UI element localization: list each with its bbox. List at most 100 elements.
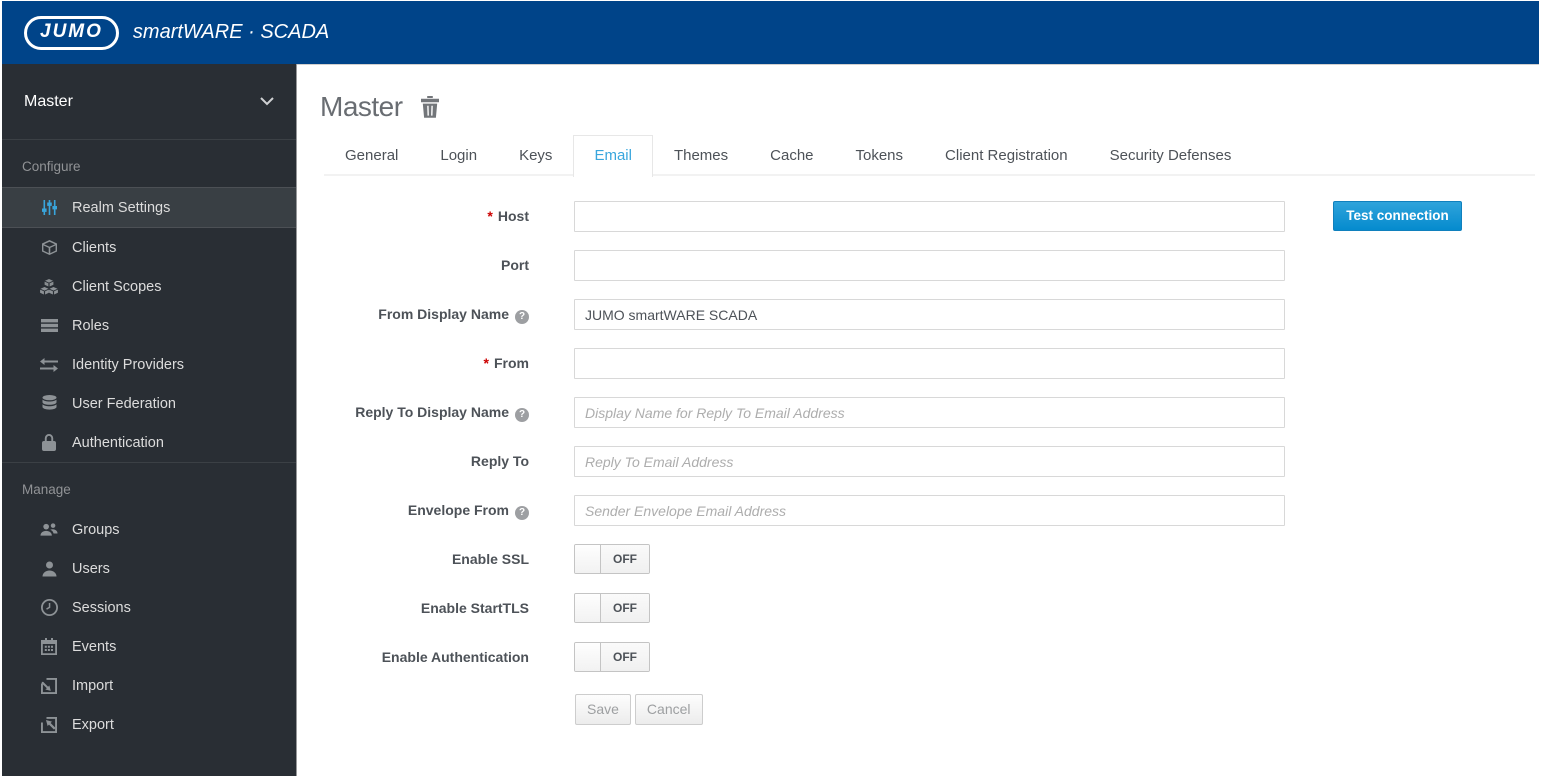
form-label-enable-ssl: Enable SSL — [451, 551, 529, 567]
sidebar-item-label: Groups — [72, 521, 120, 538]
sidebar-item-events[interactable]: Events — [2, 627, 296, 666]
sidebar-item-label: Identity Providers — [72, 356, 185, 373]
host-input[interactable] — [574, 201, 1285, 232]
toggle-knob — [575, 594, 601, 622]
sidebar-item-import[interactable]: Import — [2, 666, 296, 705]
sidebar-item-label: Client Scopes — [72, 278, 162, 295]
tab-cache[interactable]: Cache — [749, 135, 834, 177]
import-icon — [40, 677, 58, 695]
sidebar-item-authentication[interactable]: Authentication — [2, 423, 296, 462]
form-label-from: * From — [483, 355, 529, 371]
sidebar-item-users[interactable]: Users — [2, 549, 296, 588]
help-icon[interactable]: ? — [515, 506, 529, 520]
exchange-icon — [40, 356, 58, 374]
sidebar-item-groups[interactable]: Groups — [2, 510, 296, 549]
sidebar-item-label: Import — [72, 677, 114, 694]
sidebar-item-realm-settings[interactable]: Realm Settings — [2, 187, 296, 228]
email-settings-form: * Host Test connection Port From Display Nam… — [297, 201, 1539, 725]
lock-icon — [40, 434, 58, 452]
sidebar-item-label: Users — [72, 560, 110, 577]
form-row-port: Port — [330, 250, 1539, 281]
required-asterisk: * — [483, 355, 489, 371]
toggle-enable-ssl[interactable]: OFF — [574, 544, 650, 574]
envelope-from-input[interactable] — [574, 495, 1285, 526]
reply-to-input[interactable] — [574, 446, 1285, 477]
app-header: JUMO smartWARE · SCADA — [2, 1, 1539, 64]
cubes-icon — [40, 278, 58, 296]
tab-security-defenses[interactable]: Security Defenses — [1089, 135, 1253, 177]
database-icon — [40, 395, 58, 413]
form-row-envelope-from: Envelope From? — [330, 495, 1539, 526]
toggle-knob — [575, 643, 601, 671]
port-input[interactable] — [574, 250, 1285, 281]
sidebar-item-label: Events — [72, 638, 117, 655]
sidebar-item-clients[interactable]: Clients — [2, 228, 296, 267]
tab-email[interactable]: Email — [573, 135, 653, 177]
form-row-reply-to: Reply To — [330, 446, 1539, 477]
sidebar-item-user-federation[interactable]: User Federation — [2, 384, 296, 423]
tab-login[interactable]: Login — [419, 135, 498, 177]
chevron-down-icon — [260, 97, 274, 106]
from-input[interactable] — [574, 348, 1285, 379]
sidebar-item-label: Roles — [72, 317, 110, 334]
form-row-host: * Host Test connection — [330, 201, 1539, 232]
realm-selector-label: Master — [24, 92, 73, 110]
toggle-state-label: OFF — [601, 594, 649, 622]
sidebar-section-label: Configure — [22, 159, 81, 174]
sidebar-item-client-scopes[interactable]: Client Scopes — [2, 267, 296, 306]
toggle-enable-starttls[interactable]: OFF — [574, 593, 650, 623]
sidebar-item-sessions[interactable]: Sessions — [2, 588, 296, 627]
form-label-reply-to-display-name: Reply To Display Name? — [330, 397, 529, 428]
test-connection-button[interactable]: Test connection — [1333, 201, 1462, 231]
sidebar-section-configure: Configure Realm Settings Clients Client Sco… — [2, 140, 296, 462]
tab-tokens[interactable]: Tokens — [835, 135, 925, 177]
trash-icon — [420, 96, 439, 118]
help-icon[interactable]: ? — [515, 408, 529, 422]
calendar-icon — [40, 638, 58, 656]
form-label-enable-starttls: Enable StartTLS — [420, 600, 529, 616]
export-icon — [40, 716, 58, 734]
form-row-from-display-name: From Display Name? — [330, 299, 1539, 330]
cube-icon — [40, 239, 58, 257]
form-row-from: * From — [330, 348, 1539, 379]
form-label-envelope-from: Envelope From? — [330, 495, 529, 526]
sidebar-item-label: Clients — [72, 239, 117, 256]
sidebar-item-roles[interactable]: Roles — [2, 306, 296, 345]
form-label-host: * Host — [487, 208, 529, 224]
sidebar-item-label: Authentication — [72, 434, 164, 451]
form-label-from-display-name: From Display Name? — [330, 299, 529, 330]
users-icon — [40, 521, 58, 539]
sidebar: Master Configure Realm Settings Clients Cli… — [2, 64, 297, 776]
sidebar-item-label: Realm Settings — [72, 199, 171, 216]
delete-realm-button[interactable] — [420, 96, 440, 118]
tab-themes[interactable]: Themes — [653, 135, 749, 177]
sliders-icon — [40, 199, 58, 217]
toggle-enable-authentication[interactable]: OFF — [574, 642, 650, 672]
from-display-name-input[interactable] — [574, 299, 1285, 330]
save-button[interactable]: Save — [575, 694, 631, 725]
reply-to-display-name-input[interactable] — [574, 397, 1285, 428]
tab-general[interactable]: General — [324, 135, 419, 177]
form-row-enable-authentication: Enable Authentication OFF — [330, 642, 1539, 673]
sidebar-item-export[interactable]: Export — [2, 705, 296, 744]
toggle-state-label: OFF — [601, 643, 649, 671]
list-icon — [40, 317, 58, 335]
sidebar-item-label: User Federation — [72, 395, 176, 412]
toggle-knob — [575, 545, 601, 573]
realm-selector[interactable]: Master — [2, 64, 296, 140]
cancel-button[interactable]: Cancel — [634, 694, 703, 725]
tab-keys[interactable]: Keys — [498, 135, 573, 177]
user-icon — [40, 560, 58, 578]
form-label-port: Port — [501, 257, 529, 273]
toggle-state-label: OFF — [601, 545, 649, 573]
clock-icon — [40, 599, 58, 617]
tab-client-registration[interactable]: Client Registration — [924, 135, 1089, 177]
sidebar-item-identity-providers[interactable]: Identity Providers — [2, 345, 296, 384]
sidebar-item-label: Export — [72, 716, 114, 733]
help-icon[interactable]: ? — [515, 310, 529, 324]
sidebar-section-manage: Manage Groups Users Sessions Events Import Exp… — [2, 462, 296, 744]
main-content: Master General Login Keys Email Themes Cache T… — [297, 64, 1539, 776]
brand-title: smartWARE · SCADA — [132, 21, 330, 43]
form-actions: Save Cancel — [575, 694, 1539, 725]
sidebar-item-label: Sessions — [72, 599, 131, 616]
